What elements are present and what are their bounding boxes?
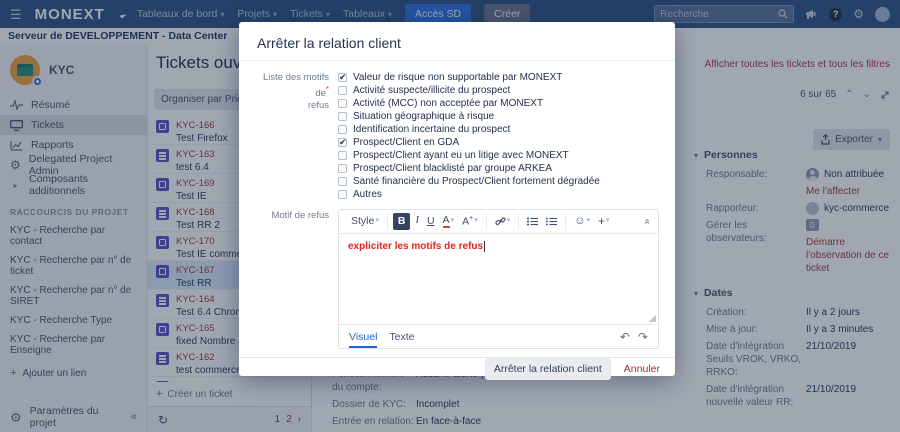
checkbox[interactable]	[338, 177, 347, 186]
emoji-button[interactable]: ☺▾	[571, 214, 593, 229]
tab-visual[interactable]: Visuel	[349, 325, 377, 348]
reason-option[interactable]: Activité (MCC) non acceptée par MONEXT	[338, 97, 659, 110]
bold-button[interactable]: B	[393, 213, 411, 230]
checkbox[interactable]	[338, 112, 347, 121]
stop-client-relation-dialog: Arrêter la relation client Liste des mot…	[239, 22, 675, 376]
reason-option[interactable]: Santé financière du Prospect/Client fort…	[338, 175, 659, 188]
reason-option[interactable]: Identification incertaine du prospect	[338, 123, 659, 136]
collapse-toolbar-icon[interactable]: »	[642, 215, 653, 229]
redo-icon[interactable]: ↷	[638, 330, 648, 344]
dialog-title: Arrêter la relation client	[257, 35, 657, 51]
link-icon	[495, 216, 506, 227]
editor-tabs: Visuel Texte ↶ ↷	[339, 324, 658, 348]
checkbox[interactable]	[338, 138, 347, 147]
reason-label: Santé financière du Prospect/Client fort…	[353, 176, 600, 187]
reason-label: Prospect/Client en GDA	[353, 137, 459, 148]
editor-content-area[interactable]: expliciter les motifs de refus	[339, 234, 658, 324]
reason-label: Activité (MCC) non acceptée par MONEXT	[353, 98, 543, 109]
stop-relation-submit-button[interactable]: Arrêter la relation client	[485, 358, 611, 380]
chevron-down-icon: ▾	[586, 217, 590, 225]
reason-option[interactable]: Activité suspecte/illicite du prospect	[338, 84, 659, 97]
reason-option[interactable]: Situation géographique à risque	[338, 110, 659, 123]
numbered-list-button[interactable]	[543, 216, 560, 227]
resize-handle[interactable]	[648, 314, 656, 322]
rich-text-editor: Style▾ B I U A▾ A+▾ ▾	[338, 209, 659, 349]
reason-label: Identification incertaine du prospect	[353, 124, 510, 135]
chevron-down-icon: ▾	[606, 217, 610, 225]
chevron-down-icon: ▾	[375, 217, 379, 225]
chevron-down-icon: ▾	[507, 217, 511, 225]
tab-text[interactable]: Texte	[389, 325, 414, 348]
insert-more-button[interactable]: +▾	[595, 213, 613, 229]
italic-button[interactable]: I	[412, 214, 422, 229]
chevron-down-icon: ▾	[451, 217, 455, 225]
text-color-button[interactable]: A▾	[440, 214, 458, 229]
style-dropdown[interactable]: Style▾	[348, 214, 382, 229]
reason-option[interactable]: Autres	[338, 188, 659, 201]
checkbox[interactable]	[338, 190, 347, 199]
reason-label: Valeur de risque non supportable par MON…	[353, 72, 562, 83]
reason-label: Activité suspecte/illicite du prospect	[353, 85, 510, 96]
underline-button[interactable]: U	[424, 214, 438, 229]
bullet-list-icon	[527, 217, 538, 226]
checkbox[interactable]	[338, 164, 347, 173]
checkbox[interactable]	[338, 125, 347, 134]
motif-field-label: Motif de refus	[251, 209, 329, 349]
link-button[interactable]: ▾	[492, 215, 514, 228]
reason-option[interactable]: Valeur de risque non supportable par MON…	[338, 71, 659, 84]
editor-toolbar: Style▾ B I U A▾ A+▾ ▾	[339, 210, 658, 234]
numbered-list-icon	[546, 217, 557, 226]
reason-label: Situation géographique à risque	[353, 111, 494, 122]
reason-label: Prospect/Client blacklisté par groupe AR…	[353, 163, 552, 174]
checkbox[interactable]	[338, 99, 347, 108]
reasons-checkbox-list: Valeur de risque non supportable par MON…	[338, 71, 659, 201]
reason-label: Autres	[353, 189, 382, 200]
reasons-field-label: Liste des motifs de*refus	[251, 71, 329, 201]
text-styles-button[interactable]: A+▾	[459, 214, 481, 229]
reason-option[interactable]: Prospect/Client ayant eu un litige avec …	[338, 149, 659, 162]
reason-option[interactable]: Prospect/Client blacklisté par groupe AR…	[338, 162, 659, 175]
checkbox[interactable]	[338, 73, 347, 82]
chevron-down-icon: ▾	[474, 217, 478, 225]
required-marker: *	[326, 85, 329, 94]
bullet-list-button[interactable]	[524, 216, 541, 227]
checkbox[interactable]	[338, 151, 347, 160]
reason-option[interactable]: Prospect/Client en GDA	[338, 136, 659, 149]
checkbox[interactable]	[338, 86, 347, 95]
text-cursor	[484, 241, 485, 252]
undo-icon[interactable]: ↶	[620, 330, 630, 344]
editor-text: expliciter les motifs de refus	[348, 241, 483, 252]
cancel-link[interactable]: Annuler	[624, 363, 660, 375]
reason-label: Prospect/Client ayant eu un litige avec …	[353, 150, 569, 161]
